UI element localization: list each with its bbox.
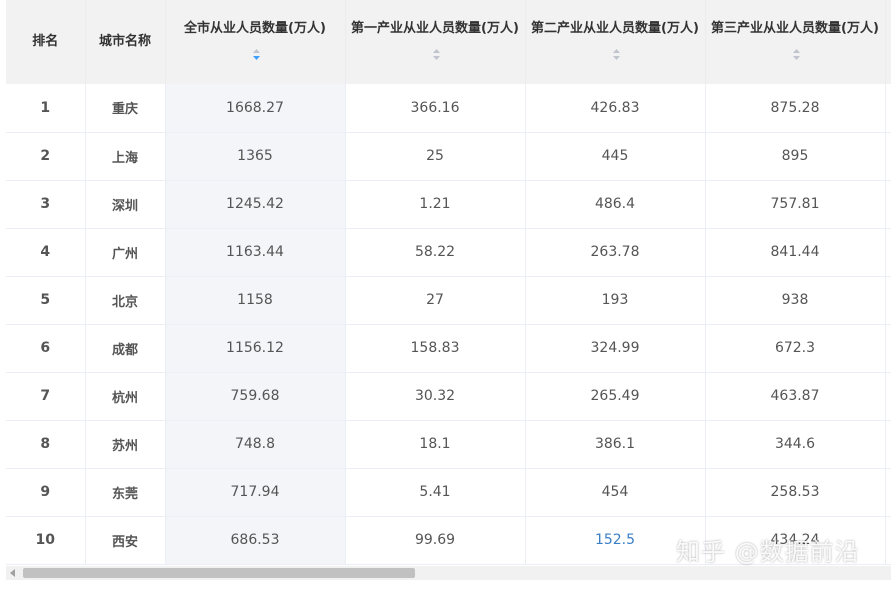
- cell-secondary: 263.78: [525, 228, 706, 277]
- cell-primary: 5.41: [345, 468, 526, 517]
- cell-city: 广州: [85, 228, 166, 277]
- cell-total: 1156.12: [165, 324, 346, 373]
- cell-rank: 1: [6, 84, 86, 133]
- cell-tertiary: 258.53: [705, 468, 886, 517]
- cell-overflow: [885, 132, 891, 181]
- cell-tertiary: 672.3: [705, 324, 886, 373]
- cell-total: 717.94: [165, 468, 346, 517]
- cell-primary: 30.32: [345, 372, 526, 421]
- cell-total: 748.8: [165, 420, 346, 469]
- cell-primary: 99.69: [345, 516, 526, 565]
- cell-primary: 158.83: [345, 324, 526, 373]
- cell-overflow: [885, 516, 891, 565]
- table-row: 2 上海 1365 25 445 895: [6, 132, 891, 181]
- cell-city: 杭州: [85, 372, 166, 421]
- cell-tertiary: 757.81: [705, 180, 886, 229]
- table-body: 1 重庆 1668.27 366.16 426.83 875.28 2 上海 1365 25 445…: [6, 84, 891, 565]
- cell-rank: 10: [6, 516, 86, 565]
- header-overflow-column: [885, 0, 891, 84]
- cell-primary: 366.16: [345, 84, 526, 133]
- cell-secondary: 426.83: [525, 84, 706, 133]
- sort-icon[interactable]: [432, 48, 441, 61]
- cell-total: 759.68: [165, 372, 346, 421]
- horizontal-scrollbar[interactable]: [6, 566, 891, 580]
- cell-city: 北京: [85, 276, 166, 325]
- cell-tertiary: 463.87: [705, 372, 886, 421]
- cell-overflow: [885, 372, 891, 421]
- cell-rank: 2: [6, 132, 86, 181]
- header-city[interactable]: 城市名称: [85, 0, 166, 84]
- cell-primary: 25: [345, 132, 526, 181]
- cell-city: 苏州: [85, 420, 166, 469]
- cell-primary: 27: [345, 276, 526, 325]
- cell-rank: 7: [6, 372, 86, 421]
- cell-total: 1245.42: [165, 180, 346, 229]
- cell-primary: 58.22: [345, 228, 526, 277]
- cell-overflow: [885, 420, 891, 469]
- cell-rank: 3: [6, 180, 86, 229]
- table-row: 3 深圳 1245.42 1.21 486.4 757.81: [6, 180, 891, 229]
- scroll-left-arrow-icon[interactable]: [10, 569, 15, 577]
- table-row: 6 成都 1156.12 158.83 324.99 672.3: [6, 324, 891, 373]
- cell-overflow: [885, 228, 891, 277]
- cell-secondary: 454: [525, 468, 706, 517]
- cell-city: 西安: [85, 516, 166, 565]
- cell-total: 1365: [165, 132, 346, 181]
- cell-city: 上海: [85, 132, 166, 181]
- header-primary-industry[interactable]: 第一产业从业人员数量(万人): [345, 0, 526, 84]
- cell-rank: 5: [6, 276, 86, 325]
- table-row: 9 东莞 717.94 5.41 454 258.53: [6, 468, 891, 517]
- city-employment-table: 排名 城市名称 全市从业人员数量(万人) 第一产业从业人员数量(万人) 第二产业…: [6, 0, 891, 565]
- table-row: 7 杭州 759.68 30.32 265.49 463.87: [6, 372, 891, 421]
- cell-overflow: [885, 468, 891, 517]
- header-rank[interactable]: 排名: [6, 0, 86, 84]
- cell-city: 重庆: [85, 84, 166, 133]
- cell-city: 东莞: [85, 468, 166, 517]
- cell-overflow: [885, 84, 891, 133]
- cell-total: 686.53: [165, 516, 346, 565]
- cell-overflow: [885, 180, 891, 229]
- cell-secondary: 386.1: [525, 420, 706, 469]
- cell-city: 成都: [85, 324, 166, 373]
- watermark: 知乎 @数据前沿: [676, 538, 860, 566]
- cell-secondary: 324.99: [525, 324, 706, 373]
- cell-rank: 9: [6, 468, 86, 517]
- cell-overflow: [885, 276, 891, 325]
- sort-icon[interactable]: [792, 48, 801, 61]
- table-row: 4 广州 1163.44 58.22 263.78 841.44: [6, 228, 891, 277]
- table-row: 8 苏州 748.8 18.1 386.1 344.6: [6, 420, 891, 469]
- cell-tertiary: 938: [705, 276, 886, 325]
- cell-city: 深圳: [85, 180, 166, 229]
- cell-tertiary: 841.44: [705, 228, 886, 277]
- cell-overflow: [885, 324, 891, 373]
- cell-primary: 1.21: [345, 180, 526, 229]
- cell-secondary: 193: [525, 276, 706, 325]
- sort-icon[interactable]: [612, 48, 621, 61]
- header-total-employment[interactable]: 全市从业人员数量(万人): [165, 0, 346, 84]
- cell-tertiary: 895: [705, 132, 886, 181]
- cell-rank: 6: [6, 324, 86, 373]
- table-row: 1 重庆 1668.27 366.16 426.83 875.28: [6, 84, 891, 133]
- data-table-container: 排名 城市名称 全市从业人员数量(万人) 第一产业从业人员数量(万人) 第二产业…: [6, 0, 891, 566]
- cell-rank: 8: [6, 420, 86, 469]
- cell-tertiary: 875.28: [705, 84, 886, 133]
- cell-total: 1158: [165, 276, 346, 325]
- cell-secondary: 265.49: [525, 372, 706, 421]
- cell-secondary: 486.4: [525, 180, 706, 229]
- header-secondary-industry[interactable]: 第二产业从业人员数量(万人): [525, 0, 706, 84]
- cell-tertiary: 344.6: [705, 420, 886, 469]
- sort-active-icon[interactable]: [252, 48, 261, 61]
- cell-primary: 18.1: [345, 420, 526, 469]
- cell-secondary: 445: [525, 132, 706, 181]
- table-row: 5 北京 1158 27 193 938: [6, 276, 891, 325]
- cell-rank: 4: [6, 228, 86, 277]
- cell-total: 1668.27: [165, 84, 346, 133]
- table-header-row: 排名 城市名称 全市从业人员数量(万人) 第一产业从业人员数量(万人) 第二产业…: [6, 0, 891, 84]
- header-tertiary-industry[interactable]: 第三产业从业人员数量(万人): [705, 0, 886, 84]
- scrollbar-thumb[interactable]: [23, 568, 415, 578]
- cell-total: 1163.44: [165, 228, 346, 277]
